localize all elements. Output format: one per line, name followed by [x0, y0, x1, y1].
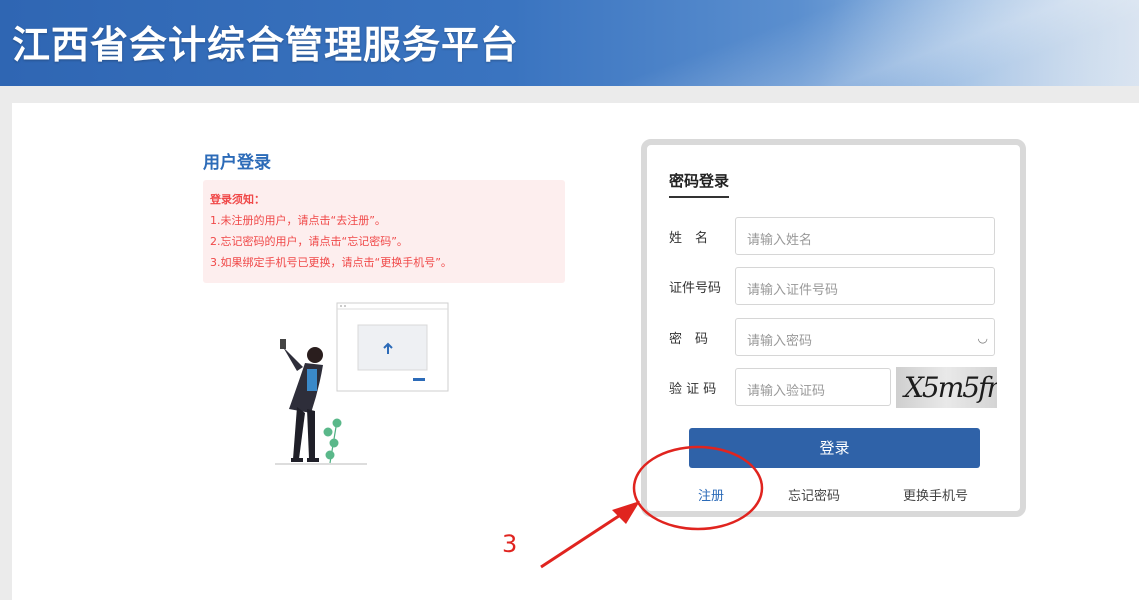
annotation-overlay	[540, 445, 764, 569]
annotation-arrowhead	[612, 501, 640, 524]
annotation-arrow-line	[540, 508, 629, 569]
annotation-number: 3	[502, 530, 518, 558]
annotation-circle	[632, 445, 764, 531]
